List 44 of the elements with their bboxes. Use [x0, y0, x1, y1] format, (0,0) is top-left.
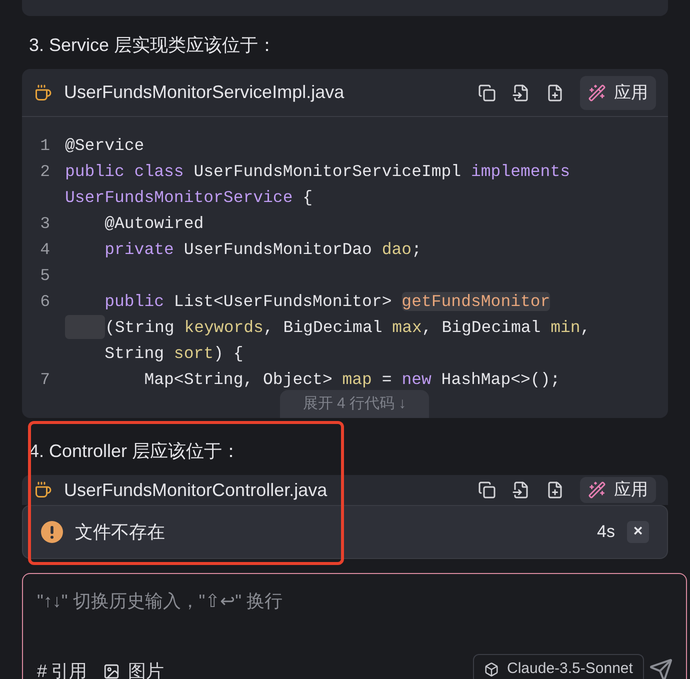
code-line: Map<String, Object> map = new HashMap<>(); [143, 369, 560, 391]
countdown: 4s [597, 521, 615, 544]
apply-button[interactable]: 应用 [580, 477, 656, 503]
file-name: UserFundsMonitorServiceImpl.java [64, 81, 344, 104]
model-selector[interactable]: Claude-3.5-Sonnet [473, 654, 644, 679]
line-number: 4 [39, 239, 51, 261]
close-button[interactable]: × [627, 521, 649, 543]
insert-icon[interactable] [512, 481, 530, 499]
file-name: UserFundsMonitorController.java [64, 478, 328, 502]
new-file-icon[interactable] [546, 84, 564, 102]
line-number: 3 [39, 213, 51, 235]
code-line: @Service [65, 135, 144, 157]
code-line: public List<UserFundsMonitor> getFundsMonitor [104, 291, 550, 313]
magic-wand-icon [588, 84, 606, 102]
line-number: 6 [39, 291, 51, 313]
warning-icon [41, 521, 63, 543]
message-input[interactable]: "↑↓" 切换历史输入，"⇧↩" 换行 # 引用 图片 Claude-3.5-Sonnet [22, 573, 687, 679]
section-heading: 3. Service 层实现类应该位于： [29, 34, 278, 57]
apply-button[interactable]: 应用 [580, 76, 656, 110]
cup-icon [34, 84, 52, 102]
line-number: 1 [39, 135, 51, 157]
cube-icon [484, 662, 499, 676]
code-line: @Autowired [104, 213, 204, 235]
line-number: 5 [39, 265, 51, 287]
hash-icon: # [37, 658, 48, 679]
copy-icon[interactable] [478, 481, 496, 499]
image-button[interactable]: 图片 [103, 658, 164, 679]
magic-wand-icon [588, 481, 606, 499]
new-file-icon[interactable] [546, 481, 564, 499]
cup-icon [34, 481, 52, 499]
code-line: private UserFundsMonitorDao dao; [104, 239, 422, 261]
code-line: String sort) { [104, 343, 244, 365]
code-line: public class UserFundsMonitorServiceImpl implements [65, 161, 570, 183]
code-line: UserFundsMonitorService { [65, 187, 313, 209]
insert-icon[interactable] [512, 84, 530, 102]
image-icon [103, 663, 120, 679]
line-number: 2 [39, 161, 51, 183]
copy-icon[interactable] [478, 84, 496, 102]
send-icon[interactable] [649, 658, 673, 679]
line-number: 7 [39, 369, 51, 391]
input-placeholder: "↑↓" 切换历史输入，"⇧↩" 换行 [37, 590, 283, 613]
reference-button[interactable]: # 引用 [37, 658, 88, 679]
code-line: (String keywords, BigDecimal max, BigDecimal min, [105, 317, 590, 339]
toast-message: 文件不存在 [75, 520, 165, 544]
